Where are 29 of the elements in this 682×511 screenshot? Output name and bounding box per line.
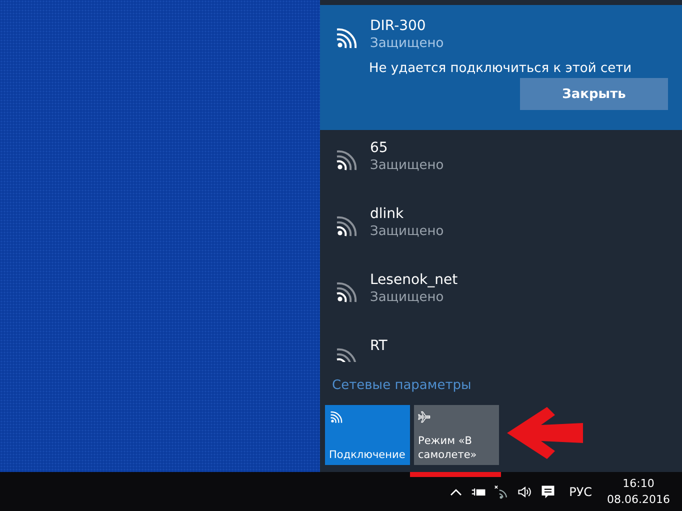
- wifi-signal-icon: [334, 148, 358, 172]
- network-status: Защищено: [370, 290, 445, 305]
- quick-action-tile[interactable]: Режим «В самолете»: [414, 405, 499, 465]
- network-name: Lesenok_net: [370, 272, 458, 288]
- clock[interactable]: 16:10 08.06.2016: [607, 476, 670, 507]
- network-item[interactable]: RT: [320, 328, 682, 362]
- quick-action-tile[interactable]: Подключение: [325, 405, 410, 465]
- wifi-icon: [329, 410, 343, 424]
- network-item[interactable]: DIR-300 Защищено Не удается подключиться к этой сети Закрыть: [320, 5, 682, 130]
- airplane-icon: [418, 410, 432, 424]
- network-status: Защищено: [370, 158, 444, 173]
- network-name: dlink: [370, 206, 405, 222]
- network-status: Защищено: [370, 224, 444, 239]
- network-name: 65: [370, 140, 389, 156]
- wifi-signal-icon: [334, 214, 358, 238]
- network-item[interactable]: Lesenok_net Защищено: [320, 262, 682, 328]
- network-status: Защищено: [370, 36, 444, 51]
- error-message: Не удается подключиться к этой сети: [369, 61, 633, 76]
- notification-icon[interactable]: [540, 484, 556, 500]
- network-item[interactable]: dlink Защищено: [320, 196, 682, 262]
- wifi-signal-icon: [334, 280, 358, 304]
- network-name: DIR-300: [370, 18, 427, 34]
- network-name: RT: [370, 338, 388, 354]
- network-settings-link[interactable]: Сетевые параметры: [332, 378, 472, 393]
- speaker-icon[interactable]: [517, 484, 534, 500]
- close-button[interactable]: Закрыть: [520, 78, 668, 110]
- language-indicator[interactable]: РУС: [569, 484, 592, 498]
- network-item[interactable]: 65 Защищено: [320, 130, 682, 196]
- wifi-signal-icon: [334, 26, 358, 50]
